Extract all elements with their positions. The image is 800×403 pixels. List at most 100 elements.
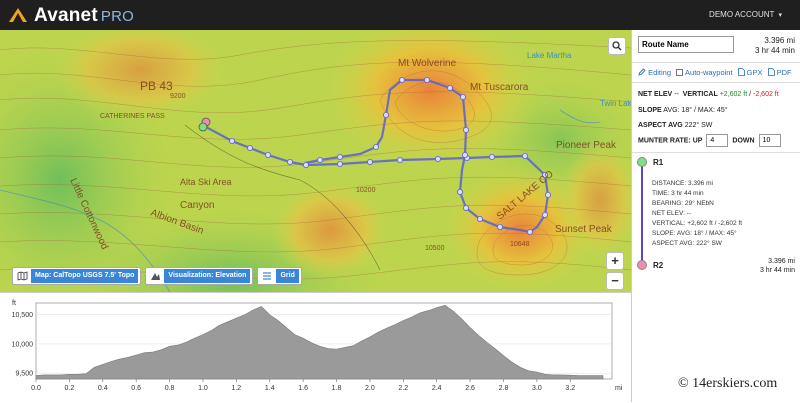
slope-value: AVG: 18° / MAX: 45° <box>663 107 728 114</box>
y-tick-label: 9,500 <box>15 371 33 378</box>
gpx-download-link[interactable]: GPX <box>737 68 763 77</box>
file-icon <box>767 68 775 76</box>
map-label-pb43: PB 43 <box>140 79 173 93</box>
waypoint-r2-time: 3 hr 44 min <box>759 267 795 274</box>
vertical-sep: / <box>749 91 752 98</box>
x-tick-label: 2.4 <box>432 385 442 392</box>
waypoint-r2-label[interactable]: R2 <box>653 261 663 270</box>
divider <box>632 152 800 153</box>
checkbox-icon <box>676 69 684 76</box>
map-label-pioneer: Pioneer Peak <box>556 140 617 151</box>
vertical-down: -2,602 ft <box>753 91 779 98</box>
grid-label: Grid <box>276 269 299 283</box>
file-icon <box>737 68 745 76</box>
route-options: Editing Auto-waypoint GPX PDF <box>638 68 792 77</box>
net-elev-label: NET ELEV <box>638 91 673 98</box>
zoom-in-button[interactable]: + <box>606 252 624 270</box>
x-tick-label: 2.2 <box>398 385 408 392</box>
map-view[interactable]: PB 43 Mt Wolverine Mt Tuscarora Little C… <box>0 30 631 292</box>
brand[interactable]: Avanet PRO <box>34 5 134 27</box>
elevation-chart: 9,500 10,000 10,500 0.0 0.2 0.4 0.6 0.8 1.0 1.2 1.… <box>12 300 623 392</box>
leg-slope: SLOPE: AVG: 18° / MAX: 45° <box>652 230 737 237</box>
map-controls: Map: CalTopo USGS 7.5' Topo Visualizatio… <box>12 267 302 285</box>
map-label-elev-9200: 9200 <box>170 93 186 100</box>
waypoint-r1-label[interactable]: R1 <box>653 158 663 167</box>
map-label-elev-10200: 10200 <box>356 187 376 194</box>
down-label: DOWN <box>732 137 755 145</box>
editing-toggle[interactable]: Editing <box>638 68 671 77</box>
auto-waypoint-checkbox[interactable]: Auto-waypoint <box>676 68 733 77</box>
munter-row: MUNTER RATE: UP DOWN <box>638 134 785 147</box>
route-name-input[interactable] <box>638 36 734 53</box>
watermark: © 14erskiers.com <box>678 376 778 391</box>
map-label-catherines: CATHERINES PASS <box>100 113 165 120</box>
x-tick-label: 1.4 <box>265 385 275 392</box>
top-bar: Avanet PRO DEMO ACCOUNT ▾ <box>0 0 800 30</box>
x-tick-label: 1.6 <box>298 385 308 392</box>
x-tick-label: 0.8 <box>165 385 175 392</box>
munter-label: MUNTER RATE: UP <box>638 137 703 145</box>
account-label: DEMO ACCOUNT <box>709 10 775 19</box>
slope-label: SLOPE <box>638 107 662 114</box>
route-distance: 3.396 mi <box>764 36 795 45</box>
leg-bearing: BEARING: 29° NEbN <box>652 200 714 207</box>
y-tick-label: 10,000 <box>12 341 34 348</box>
visualization-button[interactable]: Visualization: Elevation <box>145 267 254 285</box>
leg-distance: DISTANCE: 3.396 mi <box>652 180 713 187</box>
map-label-elev-10648: 10648 <box>510 241 530 248</box>
x-axis-label: mi <box>615 385 623 392</box>
avanet-logo-icon <box>9 8 27 22</box>
map-label-elev-10500: 10500 <box>425 245 445 252</box>
x-tick-label: 1.0 <box>198 385 208 392</box>
map-label-sunset: Sunset Peak <box>555 224 613 235</box>
topo-map: PB 43 Mt Wolverine Mt Tuscarora Little C… <box>0 30 631 292</box>
account-menu[interactable]: DEMO ACCOUNT ▾ <box>709 10 782 19</box>
divider <box>632 62 800 63</box>
zoom-out-button[interactable]: − <box>606 272 624 290</box>
x-tick-label: 3.0 <box>532 385 542 392</box>
route-start-marker[interactable] <box>198 122 208 132</box>
x-tick-label: 1.8 <box>332 385 342 392</box>
route-time: 3 hr 44 min <box>754 46 795 55</box>
waypoint-r2-distance: 3.396 mi <box>768 258 795 265</box>
search-icon <box>612 41 622 51</box>
y-tick-label: 10,500 <box>12 312 34 319</box>
x-tick-label: 2.6 <box>465 385 475 392</box>
leg-aspect: ASPECT AVG: 222° SW <box>652 240 722 247</box>
net-elev-row: NET ELEV -- VERTICAL +2,602 ft / -2,602 … <box>638 91 779 98</box>
leg-vertical: VERTICAL: +2,602 ft / -2,602 ft <box>652 220 743 227</box>
grid-button[interactable]: Grid <box>257 267 302 285</box>
map-search-button[interactable] <box>608 37 626 55</box>
pdf-download-link[interactable]: PDF <box>767 68 792 77</box>
gpx-label: GPX <box>746 68 763 77</box>
chevron-down-icon: ▾ <box>778 12 782 19</box>
elevation-icon <box>146 268 164 284</box>
map-label-wolverine: Mt Wolverine <box>398 58 457 69</box>
grid-icon <box>258 268 276 284</box>
brand-name: Avanet <box>34 5 98 26</box>
waypoint-r2-marker[interactable] <box>637 260 647 270</box>
map-layer-label: Map: CalTopo USGS 7.5' Topo <box>31 269 139 283</box>
divider <box>632 82 800 83</box>
x-tick-label: 1.2 <box>231 385 241 392</box>
map-label-canyon: Canyon <box>180 200 214 211</box>
route-sidebar: 3.396 mi 3 hr 44 min Editing Auto-waypoi… <box>631 30 800 402</box>
elevation-profile[interactable]: 9,500 10,000 10,500 0.0 0.2 0.4 0.6 0.8 1.0 1.2 1.… <box>0 292 631 402</box>
aspect-value: 222° SW <box>684 122 713 129</box>
leg-net-elev: NET ELEV: -- <box>652 210 692 217</box>
slope-row: SLOPE AVG: 18° / MAX: 45° <box>638 107 728 114</box>
visualization-label: Visualization: Elevation <box>164 269 251 283</box>
map-label-tuscarora: Mt Tuscarora <box>470 82 529 93</box>
y-axis-label: ft <box>12 300 16 307</box>
auto-waypoint-label: Auto-waypoint <box>685 68 733 77</box>
edit-icon <box>638 68 646 76</box>
vertical-up: +2,602 ft <box>719 91 748 98</box>
x-tick-label: 2.8 <box>499 385 509 392</box>
map-label-twinlakes: Twin Lakes <box>600 99 631 108</box>
munter-down-input[interactable] <box>758 134 781 147</box>
munter-up-input[interactable] <box>706 134 729 147</box>
vertical-label: VERTICAL <box>682 91 718 98</box>
x-tick-label: 2.0 <box>365 385 375 392</box>
waypoint-r1-marker[interactable] <box>637 157 647 167</box>
map-layer-button[interactable]: Map: CalTopo USGS 7.5' Topo <box>12 267 142 285</box>
